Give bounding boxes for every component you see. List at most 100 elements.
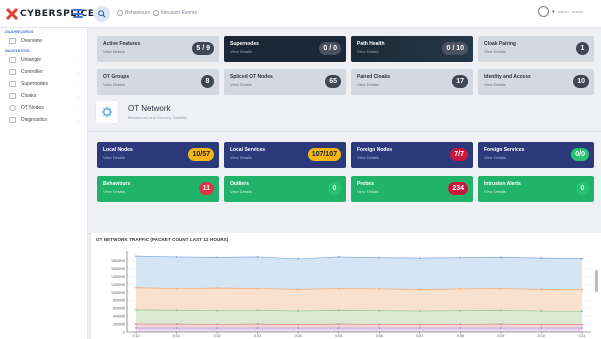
data-point <box>175 323 178 325</box>
card-badge: 10 <box>573 75 589 88</box>
behaviours-link[interactable]: Behaviours <box>117 10 150 16</box>
x-tick-label: 0:06 <box>376 334 383 338</box>
controller-icon <box>9 69 16 75</box>
chevron-right-icon: › <box>77 93 79 99</box>
sidebar-item-ot-nodes[interactable]: OT Nodes › <box>0 102 87 114</box>
card-badge: 0 <box>576 182 589 195</box>
data-point <box>135 308 137 311</box>
scrollbar-thumb[interactable] <box>595 270 598 292</box>
intrusion-events-link[interactable]: Intrusion Events <box>153 10 197 16</box>
untangle-icon <box>9 57 16 63</box>
data-point <box>418 327 421 329</box>
section-title: OT Network <box>128 104 171 113</box>
cloaks-icon <box>9 93 16 99</box>
sidebar-item-label: Cloaks <box>21 93 37 99</box>
card-intrusion-alerts[interactable]: Intrusion Alerts View Details 0 <box>478 176 594 202</box>
data-point <box>459 309 462 312</box>
data-point <box>459 256 462 259</box>
data-point <box>459 327 462 329</box>
data-point <box>297 327 300 329</box>
card-paired-cloaks[interactable]: Paired Cloaks View Details 17 <box>351 69 473 95</box>
card-badge: 0 / 10 <box>442 42 468 55</box>
card-badge: 65 <box>325 75 341 88</box>
data-point <box>256 323 259 325</box>
search-icon <box>98 10 106 18</box>
user-menu[interactable]: ▾ admin · admin <box>538 6 583 17</box>
top-bar: CYBERSPLICE Behaviours Intrusion Events … <box>0 0 601 28</box>
card-path-health[interactable]: Path Health View Details 0 / 10 <box>351 36 473 62</box>
behaviours-link-label: Behaviours <box>125 10 151 16</box>
data-point <box>581 288 583 291</box>
sidebar-item-overview[interactable]: Overview <box>0 35 87 47</box>
card-foreign-services[interactable]: Foreign Services View Details 0/0 <box>478 142 594 168</box>
card-badge: 10/57 <box>188 148 214 161</box>
card-ot-groups[interactable]: OT Groups View Details 8 <box>97 69 219 95</box>
card-identity-and-access[interactable]: Identity and Access View Details 10 <box>478 69 594 95</box>
data-point <box>500 323 502 325</box>
card-local-services[interactable]: Local Services View Details 107/107 <box>224 142 346 168</box>
sidebar-item-label: OT Nodes <box>21 105 44 111</box>
y-tick-label: 1200000 <box>111 283 125 287</box>
card-foreign-nodes[interactable]: Foreign Nodes View Details 7/7 <box>351 142 473 168</box>
sidebar-item-untangle[interactable]: Untangle › <box>0 54 87 66</box>
data-point <box>581 323 583 326</box>
menu-toggle-icon[interactable] <box>73 9 83 18</box>
data-point <box>500 256 502 259</box>
sidebar-item-supernodes[interactable]: Supernodes › <box>0 78 87 90</box>
y-tick-label: 1800000 <box>111 259 125 263</box>
data-point <box>256 327 259 329</box>
data-point <box>135 286 137 289</box>
logo-mark-icon <box>6 8 18 20</box>
data-point <box>378 288 381 290</box>
data-point <box>337 327 340 329</box>
logo-text: CYBERSPLICE <box>20 9 95 19</box>
card-spliced-ot-nodes[interactable]: Spliced OT Nodes View Details 65 <box>224 69 346 95</box>
card-local-nodes[interactable]: Local Nodes View Details 10/57 <box>97 142 219 168</box>
supernodes-icon <box>9 81 16 87</box>
y-tick-label: 1600000 <box>111 267 125 271</box>
data-point <box>135 323 137 325</box>
data-point <box>540 310 543 312</box>
chevron-right-icon: › <box>77 105 79 111</box>
sidebar-item-controller[interactable]: Controller › <box>0 66 87 78</box>
data-point <box>216 309 218 312</box>
data-point <box>378 256 381 259</box>
card-supernodes[interactable]: Supernodes View Details 0 / 0 <box>224 36 346 62</box>
card-active-features[interactable]: Active Features View Details 5 / 9 <box>97 36 219 62</box>
data-point <box>581 310 583 313</box>
sidebar-item-label: Controller <box>21 69 43 75</box>
series-area <box>136 328 582 332</box>
user-name: admin · admin <box>557 9 583 14</box>
sidebar-item-cloaks[interactable]: Cloaks › <box>0 90 87 102</box>
x-tick-label: 0:12 <box>133 334 140 338</box>
data-point <box>256 256 259 258</box>
card-behaviours[interactable]: Behaviours View Details 11 <box>97 176 219 202</box>
traffic-chart: 1800000 1600000 1400000 1200000 1000000 80000… <box>111 251 591 338</box>
data-point <box>256 287 259 290</box>
data-point <box>418 323 421 326</box>
data-point <box>418 310 421 312</box>
data-point <box>135 327 137 329</box>
sidebar-item-diagnostics[interactable]: Diagnostics › <box>0 114 87 126</box>
data-point <box>297 310 300 312</box>
data-point <box>337 256 340 258</box>
sidebar: DASHBOARDS Overview NAVIGATION Untangle … <box>0 28 88 339</box>
data-point <box>175 309 178 312</box>
card-badge: 8 <box>201 75 214 88</box>
data-point <box>459 323 462 326</box>
data-point <box>500 287 502 290</box>
search-button[interactable] <box>94 6 110 22</box>
chevron-right-icon: › <box>77 57 79 63</box>
section-subtitle: Behaviours and Security Visibility <box>128 115 187 120</box>
card-badge: 0/0 <box>571 148 589 161</box>
intrusion-events-link-label: Intrusion Events <box>161 10 197 16</box>
card-outliers[interactable]: Outliers View Details 0 <box>224 176 346 202</box>
home-icon <box>9 38 16 44</box>
x-tick-label: 0:04 <box>295 334 302 338</box>
data-point <box>297 323 300 326</box>
x-tick-label: 0:01 <box>173 334 180 338</box>
card-probes[interactable]: Probes View Details 234 <box>351 176 473 202</box>
data-point <box>297 258 300 260</box>
data-point <box>540 288 543 291</box>
card-cloak-pairing[interactable]: Cloak Pairing View Details 1 <box>478 36 594 62</box>
